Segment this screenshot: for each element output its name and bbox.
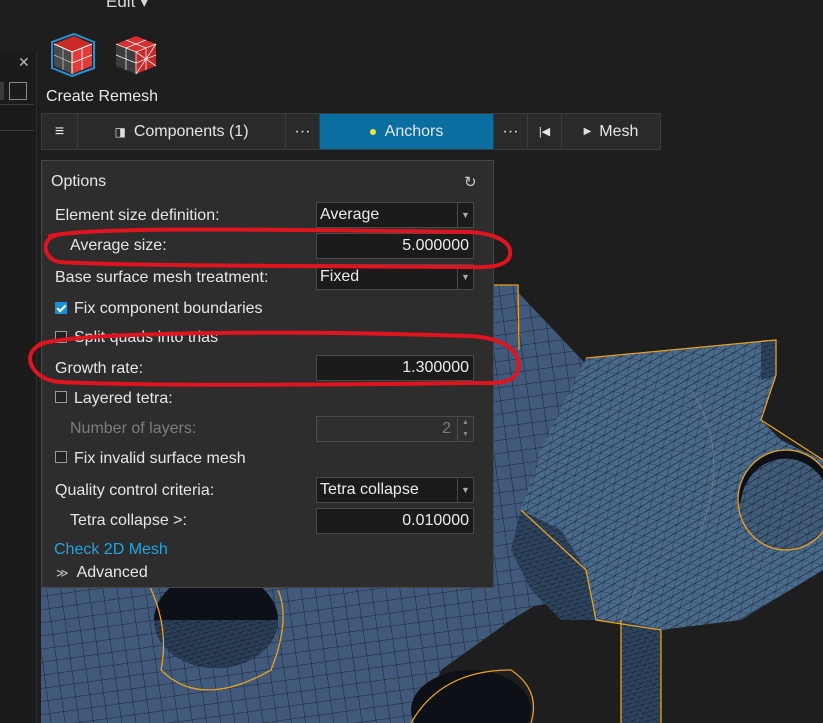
fix-boundaries-label: Fix component boundaries	[74, 300, 263, 317]
ellipsis-icon: ···	[294, 122, 311, 140]
skip-back-icon: |◀	[538, 126, 551, 138]
dropdown-arrow-icon[interactable]	[0, 82, 4, 100]
top-menu-bar: Edit ▾	[0, 0, 823, 12]
components-more-button[interactable]: ···	[286, 114, 320, 149]
average-size-label: Average size:	[70, 237, 167, 254]
element-size-definition-select[interactable]: Average ▼	[316, 202, 474, 228]
number-of-layers-input[interactable]: 2 ▲ ▼	[316, 416, 474, 442]
tab-label: Mesh	[599, 122, 639, 140]
select-value: Tetra collapse	[320, 481, 419, 498]
mesh-button[interactable]: ▶ Mesh	[562, 114, 660, 149]
options-panel: Options ↻ Element size definition: Avera…	[41, 160, 494, 588]
advanced-toggle[interactable]: ≫ Advanced	[56, 564, 148, 582]
number-of-layers-label: Number of layers:	[70, 420, 197, 437]
layered-tetra-checkbox[interactable]	[55, 391, 67, 403]
tab-label: Components (1)	[133, 122, 249, 140]
hamburger-icon: ≡	[54, 122, 65, 140]
active-dot-icon	[369, 128, 376, 135]
left-side-panel	[0, 52, 37, 723]
reset-icon[interactable]: ↻	[464, 173, 477, 191]
tetra-collapse-input[interactable]: 0.010000	[316, 508, 474, 534]
layered-tetra-label: Layered tetra:	[74, 390, 173, 407]
double-chevron-down-icon: ≫	[56, 566, 69, 580]
divider	[0, 130, 34, 131]
fix-invalid-label: Fix invalid surface mesh	[74, 450, 246, 467]
tab-anchors[interactable]: Anchors	[320, 114, 494, 149]
fix-invalid-checkbox[interactable]	[55, 451, 67, 463]
chevron-down-icon: ▼	[457, 478, 473, 502]
growth-rate-input[interactable]: 1.300000	[316, 355, 474, 381]
remesh-cube-icon[interactable]	[46, 32, 96, 78]
close-icon[interactable]: ✕	[18, 54, 30, 71]
select-value: Fixed	[320, 268, 360, 285]
base-surface-select[interactable]: Fixed ▼	[316, 264, 474, 290]
component-icon: ◨	[114, 124, 126, 139]
tab-components[interactable]: ◨ Components (1)	[78, 114, 286, 149]
play-icon: ▶	[583, 126, 592, 137]
split-quads-label: Split quads into trias	[74, 329, 219, 346]
select-value: Average	[320, 206, 380, 223]
split-quads-checkbox[interactable]	[55, 331, 67, 343]
fix-boundaries-checkbox[interactable]	[55, 302, 67, 314]
ellipsis-icon: ···	[502, 122, 519, 140]
chevron-down-icon: ▼	[457, 265, 473, 289]
base-surface-label: Base surface mesh treatment:	[55, 269, 269, 286]
options-title: Options	[51, 173, 107, 190]
spinner-icon[interactable]: ▲ ▼	[457, 417, 473, 441]
growth-rate-label: Growth rate:	[55, 360, 144, 377]
chevron-down-icon: ▼	[457, 203, 473, 227]
remesh-cube-red-icon[interactable]	[110, 32, 160, 78]
workflow-tab-bar: ≡ ◨ Components (1) ··· Anchors ··· |◀ ▶ …	[41, 113, 661, 150]
panel-layout-icon[interactable]	[9, 82, 27, 100]
advanced-label: Advanced	[76, 564, 148, 581]
check-2d-mesh-link[interactable]: Check 2D Mesh	[54, 541, 168, 559]
tetra-collapse-label: Tetra collapse >:	[70, 512, 187, 529]
tab-label: Anchors	[384, 122, 444, 140]
left-panel-toolbar	[0, 80, 34, 105]
skip-back-button[interactable]: |◀	[528, 114, 562, 149]
average-size-input[interactable]: 5.000000	[316, 233, 474, 259]
quality-criteria-label: Quality control criteria:	[55, 482, 215, 499]
field-value: 2	[442, 420, 451, 437]
menu-button[interactable]: ≡	[42, 114, 78, 149]
edit-menu[interactable]: Edit ▾	[106, 0, 149, 12]
tool-label: Create Remesh	[46, 88, 159, 105]
quality-criteria-select[interactable]: Tetra collapse ▼	[316, 477, 474, 503]
element-size-definition-label: Element size definition:	[55, 207, 220, 224]
anchors-more-button[interactable]: ···	[494, 114, 528, 149]
